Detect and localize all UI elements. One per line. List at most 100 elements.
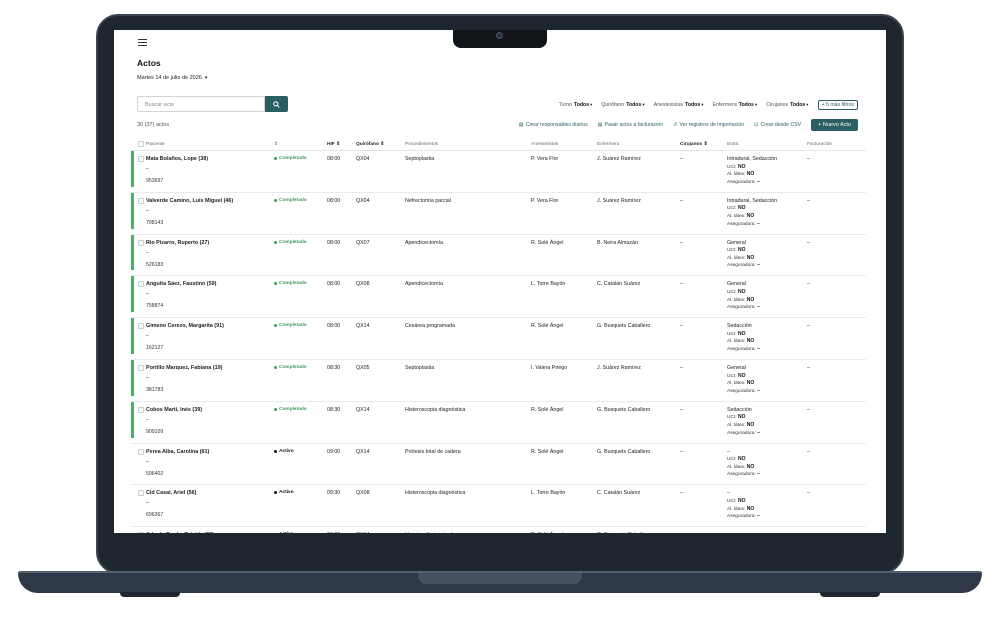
table-row[interactable]: Perea Alba, Carolina (61) – 596402 Activ…: [131, 444, 866, 486]
extra-cell: Intradural, Sedacción UCI: NO Al. látex:…: [727, 156, 807, 192]
row-checkbox[interactable]: [138, 364, 144, 371]
quirofano-cell: QX14: [356, 532, 405, 533]
enfermera-cell: G. Busquets Caballero: [597, 448, 651, 455]
pasar-facturacion-button[interactable]: ▤ Pasar actos a facturación: [598, 122, 663, 128]
filter-turno[interactable]: Turno Todos▾: [559, 102, 593, 108]
patient-nhc: 381783: [146, 386, 164, 393]
crear-responsables-button[interactable]: ▤ Crear responsables diarios: [519, 122, 588, 128]
facturacion-cell: –: [807, 239, 810, 246]
filter-cirujanos[interactable]: Cirujanos Todos▾: [766, 102, 808, 108]
patient-dash: –: [146, 249, 149, 256]
patient-name[interactable]: Anguita Sáez, Faustino (59): [146, 281, 274, 287]
patient-dash: –: [146, 333, 149, 340]
search-input[interactable]: Buscar acto: [137, 96, 265, 112]
patient-nhc: 708143: [146, 219, 164, 226]
search-button[interactable]: [265, 96, 288, 112]
col-hif[interactable]: HIF ⇕: [327, 142, 356, 147]
extra-latex: Al. látex: NO: [727, 171, 755, 178]
cirujanos-cell: –: [680, 532, 727, 533]
extra-latex: Al. látex: NO: [727, 338, 755, 345]
hamburger-menu-icon[interactable]: [138, 39, 147, 47]
table-row[interactable]: Adrada Prado, Brígida (29) – Activo 09:3…: [131, 527, 866, 533]
table-row[interactable]: Gimeno Cerezo, Margarita (91) – 162127 C…: [131, 318, 866, 360]
patient-dash: –: [146, 207, 149, 214]
row-checkbox[interactable]: [138, 406, 144, 413]
extra-anestesia: –: [727, 448, 730, 455]
row-checkbox[interactable]: [138, 281, 144, 288]
patient-name[interactable]: Adrada Prado, Brígida (29): [146, 532, 274, 533]
cirujanos-cell: –: [680, 156, 683, 162]
table-row[interactable]: Portillo Marquez, Fabiana (19) – 381783 …: [131, 359, 866, 402]
select-all-checkbox[interactable]: [138, 141, 144, 147]
col-paciente[interactable]: Paciente: [146, 142, 274, 147]
row-checkbox[interactable]: [138, 323, 144, 330]
patient-name[interactable]: Cobos Marti, Inés (39): [146, 407, 274, 413]
row-checkbox[interactable]: [138, 448, 144, 455]
extra-uci: UCI: NO: [727, 288, 746, 295]
table-row[interactable]: Rio Pizarro, Ruperto (27) – 526183 Compl…: [131, 234, 866, 277]
extra-uci: UCI: NO: [727, 372, 746, 379]
extra-aseguradora: Aseguradora: –: [727, 513, 760, 520]
nuevo-acto-button[interactable]: + Nuevo Acto: [811, 119, 858, 131]
anestesista-cell: R. Solé Ángel: [531, 532, 597, 533]
row-checkbox[interactable]: [138, 197, 144, 204]
extra-cell: General UCI: NO Al. látex: NO Asegurador…: [727, 240, 807, 276]
patient-name[interactable]: Cid Casal, Ariel (56): [146, 490, 274, 496]
hif-cell: 09:30: [327, 532, 356, 533]
facturacion-cell: –: [807, 197, 810, 204]
row-checkbox[interactable]: [138, 156, 144, 162]
anestesista-cell: R. Solé Ángel: [531, 239, 564, 246]
cirujanos-cell: –: [680, 448, 683, 455]
procedimiento-cell: Histeroscopia diagnóstica: [405, 406, 466, 413]
table-row[interactable]: Cid Casal, Ariel (56) – 696367 Activo 09…: [131, 485, 866, 528]
patient-name[interactable]: Mata Bolaños, Lope (38): [146, 156, 274, 162]
ver-registros-button[interactable]: ↺ Ver registros de importación: [673, 122, 744, 128]
facturacion-cell: –: [807, 448, 810, 455]
patient-dash: –: [146, 166, 149, 172]
quirofano-cell: QX08: [356, 281, 370, 288]
filter-enfermera[interactable]: Enfermera Todos▾: [713, 102, 758, 108]
crear-csv-button[interactable]: ⊡ Crear desde CSV: [754, 122, 801, 128]
extra-latex: Al. látex: NO: [727, 296, 755, 303]
cirujanos-cell: –: [680, 197, 683, 204]
extra-aseguradora: Aseguradora: –: [727, 178, 760, 185]
status-dot-icon: [274, 365, 277, 369]
patient-name[interactable]: Rio Pizarro, Ruperto (27): [146, 240, 274, 246]
patient-name[interactable]: Perea Alba, Carolina (61): [146, 449, 274, 455]
enfermera-cell: G. Busquets Caballero: [597, 532, 680, 533]
table-row[interactable]: Mata Bolaños, Lope (38) – 953697 Complet…: [131, 151, 866, 193]
col-cirujanos[interactable]: Cirujanos ⇕: [680, 142, 727, 147]
extra-aseguradora: Aseguradora: –: [727, 429, 760, 436]
actos-table: Paciente ⇕ HIF ⇕ Quirófano ⇕ Procedimien…: [131, 138, 866, 533]
patient-name[interactable]: Portillo Marquez, Fabiana (19): [146, 365, 274, 371]
table-header: Paciente ⇕ HIF ⇕ Quirófano ⇕ Procedimien…: [131, 138, 866, 151]
filter-anestesistas[interactable]: Anestesistas Todos▾: [654, 102, 704, 108]
patient-dash: –: [146, 416, 149, 423]
date-selector[interactable]: Martes 14 de julio de 2026 ▾: [137, 75, 207, 81]
cirujanos-cell: –: [680, 364, 683, 371]
more-filters-button[interactable]: + 5 más filtros: [817, 100, 858, 110]
table-row[interactable]: Valverde Camino, Luis Miguel (46) – 7081…: [131, 192, 866, 235]
status-badge: Completado: [274, 240, 327, 276]
patient-name[interactable]: Gimeno Cerezo, Margarita (91): [146, 323, 274, 329]
row-checkbox[interactable]: [138, 532, 144, 533]
col-extra: Extra: [727, 141, 739, 147]
col-anestesistas: Anestesistas: [531, 141, 559, 147]
filters-bar: Turno Todos▾ Quirófano Todos▾ Anestesistas…: [559, 100, 858, 110]
table-row[interactable]: Cobos Marti, Inés (39) – 909109 Completa…: [131, 401, 866, 444]
col-quirofano[interactable]: Quirófano ⇕: [356, 142, 405, 147]
sort-icon[interactable]: ⇕: [274, 142, 327, 147]
extra-aseguradora: Aseguradora: –: [727, 262, 760, 269]
enfermera-cell: B. Neira Almazán: [597, 239, 638, 246]
status-indicator-bar: [131, 276, 134, 313]
filter-quirofano[interactable]: Quirófano Todos▾: [601, 102, 644, 108]
patient-cell: Rio Pizarro, Ruperto (27) – 526183: [146, 240, 274, 276]
status-badge: Completado: [274, 156, 327, 192]
procedimiento-cell: Prótesis total de cadera: [405, 448, 461, 455]
table-row[interactable]: Anguita Sáez, Faustino (59) – 758874 Com…: [131, 276, 866, 319]
extra-cell: Intradural, Sedacción UCI: NO Al. látex:…: [727, 198, 807, 234]
row-checkbox[interactable]: [138, 239, 144, 246]
status-indicator-bar: [131, 192, 134, 229]
patient-name[interactable]: Valverde Camino, Luis Miguel (46): [146, 198, 274, 204]
row-checkbox[interactable]: [138, 490, 144, 497]
